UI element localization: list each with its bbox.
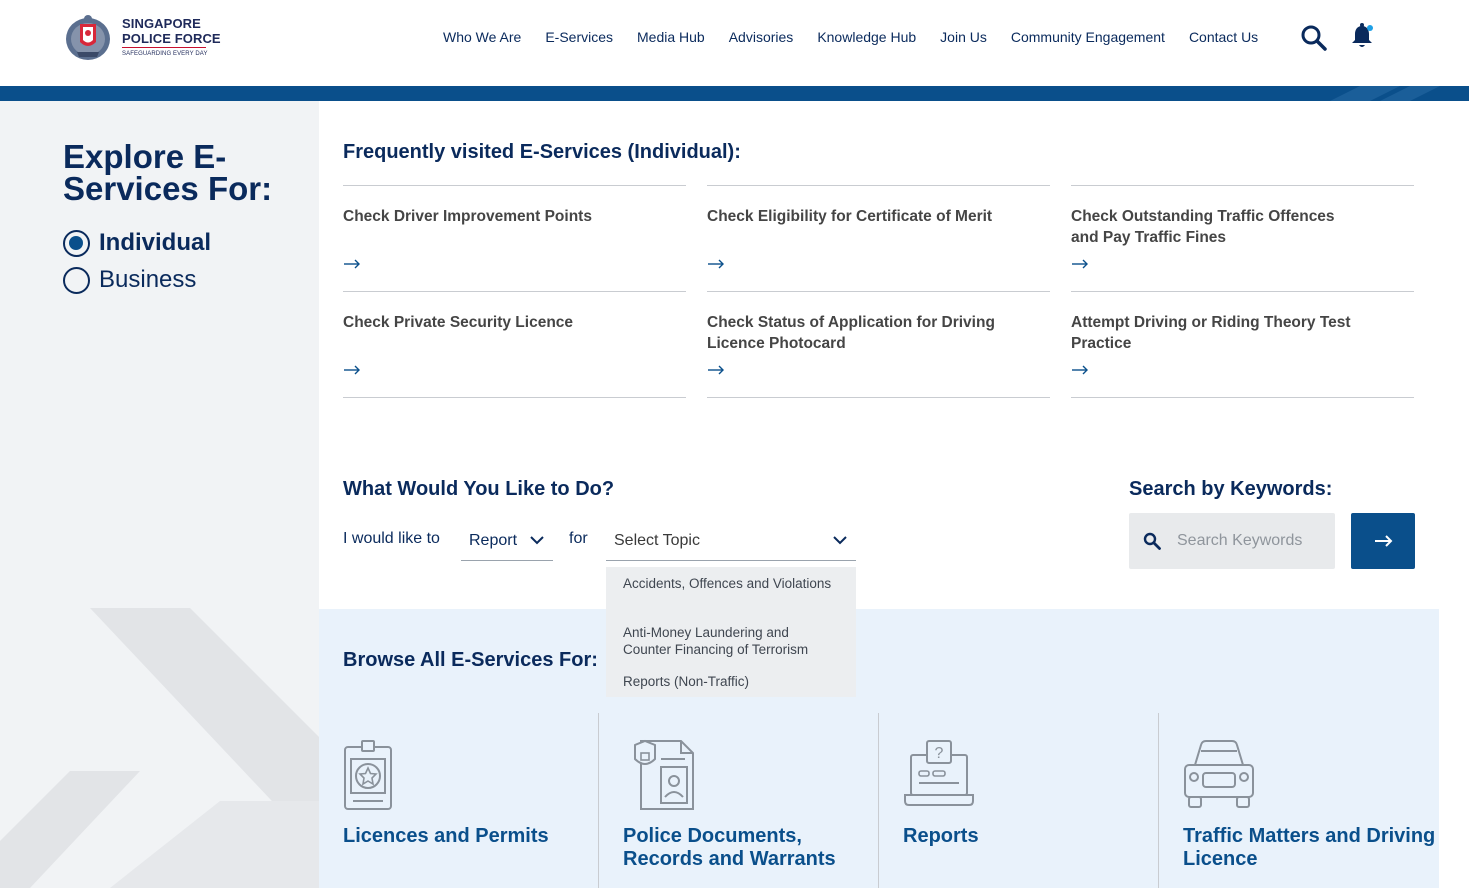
header-accent-band — [0, 86, 1469, 101]
nav-knowledge-hub[interactable]: Knowledge Hub — [817, 28, 916, 46]
fv-card[interactable]: Check Private Security Licence — [343, 291, 686, 398]
nav-join-us[interactable]: Join Us — [940, 28, 987, 46]
fv-card-title: Check Status of Application for Driving … — [707, 314, 995, 352]
what-to-do-title: What Would You Like to Do? — [343, 478, 615, 500]
logo-line-1: SINGAPORE — [122, 15, 201, 31]
arrow-right-icon — [1375, 535, 1393, 547]
nav-media-hub[interactable]: Media Hub — [637, 28, 705, 46]
topic-dropdown-menu: Accidents, Offences and Violations Anti-… — [606, 567, 856, 697]
nav-contact-us[interactable]: Contact Us — [1189, 28, 1258, 46]
chevron-down-icon — [530, 536, 544, 545]
search-title: Search by Keywords: — [1129, 478, 1333, 500]
main-nav: Who We Are E-Services Media Hub Advisori… — [443, 28, 1258, 46]
svg-text:?: ? — [935, 745, 944, 762]
fv-card-title: Attempt Driving or Riding Theory Test Pr… — [1071, 314, 1351, 352]
option-individual-label: Individual — [99, 229, 212, 256]
fv-card[interactable]: Check Driver Improvement Points — [343, 185, 686, 292]
search-icon — [1143, 532, 1161, 550]
arrow-right-icon — [708, 259, 724, 269]
option-individual[interactable]: Individual — [63, 229, 211, 257]
fv-card-title: Check Driver Improvement Points — [343, 208, 592, 225]
fv-card-title: Check Eligibility for Certificate of Mer… — [707, 208, 993, 225]
search-submit-button[interactable] — [1351, 513, 1415, 569]
radio-individual[interactable] — [63, 229, 90, 257]
category-reports[interactable]: ? Reports — [879, 713, 1158, 888]
option-business-label: Business — [99, 266, 197, 293]
category-licences-permits[interactable]: Licences and Permits — [319, 713, 598, 888]
spf-logo[interactable]: SINGAPORE POLICE FORCE SAFEGUARDING EVER… — [62, 12, 222, 62]
explore-title: Explore E- Services For: — [63, 138, 273, 207]
connector-label: for — [569, 530, 588, 547]
topic-option[interactable]: Anti-Money Laundering and Counter Financ… — [623, 624, 838, 658]
nav-who-we-are[interactable]: Who We Are — [443, 28, 521, 46]
fv-card-title: Check Private Security Licence — [343, 314, 574, 331]
licence-badge-icon — [344, 740, 392, 810]
prefix-label: I would like to — [343, 530, 440, 547]
keyword-search-box[interactable] — [1129, 513, 1335, 569]
arrow-right-icon — [1072, 259, 1088, 269]
chevron-decoration — [0, 608, 319, 888]
category-traffic-matters[interactable]: Traffic Matters and Driving Licence — [1159, 713, 1439, 888]
category-label: Traffic Matters and Driving Licence — [1183, 825, 1436, 870]
topic-select[interactable]: Select Topic — [606, 529, 856, 561]
logo-line-2: POLICE FORCE — [122, 30, 221, 46]
logo-text: SINGAPORE POLICE FORCE SAFEGUARDING EVER… — [122, 15, 221, 58]
category-label: Licences and Permits — [343, 825, 549, 847]
topic-option[interactable]: Reports (Non-Traffic) — [623, 673, 838, 690]
arrow-right-icon — [344, 365, 360, 375]
category-police-documents[interactable]: Police Documents, Records and Warrants — [599, 713, 878, 888]
category-label: Reports — [903, 825, 979, 847]
action-select-value: Report — [469, 532, 518, 549]
action-select[interactable]: Report — [461, 529, 553, 561]
police-crest-icon — [66, 15, 110, 60]
fv-card[interactable]: Attempt Driving or Riding Theory Test Pr… — [1071, 291, 1414, 398]
report-laptop-icon: ? — [904, 740, 974, 806]
arrow-right-icon — [1072, 365, 1088, 375]
arrow-right-icon — [344, 259, 360, 269]
fv-card[interactable]: Check Outstanding Traffic Offences and P… — [1071, 185, 1414, 292]
police-documents-icon — [634, 739, 694, 810]
keyword-search-input[interactable] — [1177, 529, 1327, 553]
fv-card[interactable]: Check Status of Application for Driving … — [707, 291, 1050, 398]
fv-card-title: Check Outstanding Traffic Offences and P… — [1071, 208, 1335, 246]
search-icon[interactable] — [1300, 24, 1328, 52]
arrow-right-icon — [708, 365, 724, 375]
fv-card[interactable]: Check Eligibility for Certificate of Mer… — [707, 185, 1050, 292]
nav-e-services[interactable]: E-Services — [545, 28, 613, 46]
car-icon — [1184, 740, 1254, 808]
bell-icon[interactable] — [1349, 22, 1375, 50]
category-label: Police Documents, Records and Warrants — [623, 825, 836, 870]
site-header: SINGAPORE POLICE FORCE SAFEGUARDING EVER… — [0, 0, 1469, 86]
chevron-down-icon — [833, 536, 847, 545]
nav-advisories[interactable]: Advisories — [729, 28, 794, 46]
logo-tagline: SAFEGUARDING EVERY DAY — [122, 51, 208, 58]
logo-underline — [122, 46, 206, 49]
explore-panel: Explore E- Services For: Individual Busin… — [0, 101, 319, 888]
nav-community-engagement[interactable]: Community Engagement — [1011, 28, 1165, 46]
topic-option[interactable]: Accidents, Offences and Violations — [623, 575, 838, 592]
option-business[interactable]: Business — [63, 266, 196, 294]
radio-business[interactable] — [63, 266, 90, 294]
browse-title: Browse All E-Services For: — [343, 649, 598, 671]
topic-select-placeholder: Select Topic — [614, 532, 700, 549]
band-chevron-decoration — [1330, 86, 1440, 101]
frequent-title: Frequently visited E-Services (Individua… — [343, 141, 741, 163]
